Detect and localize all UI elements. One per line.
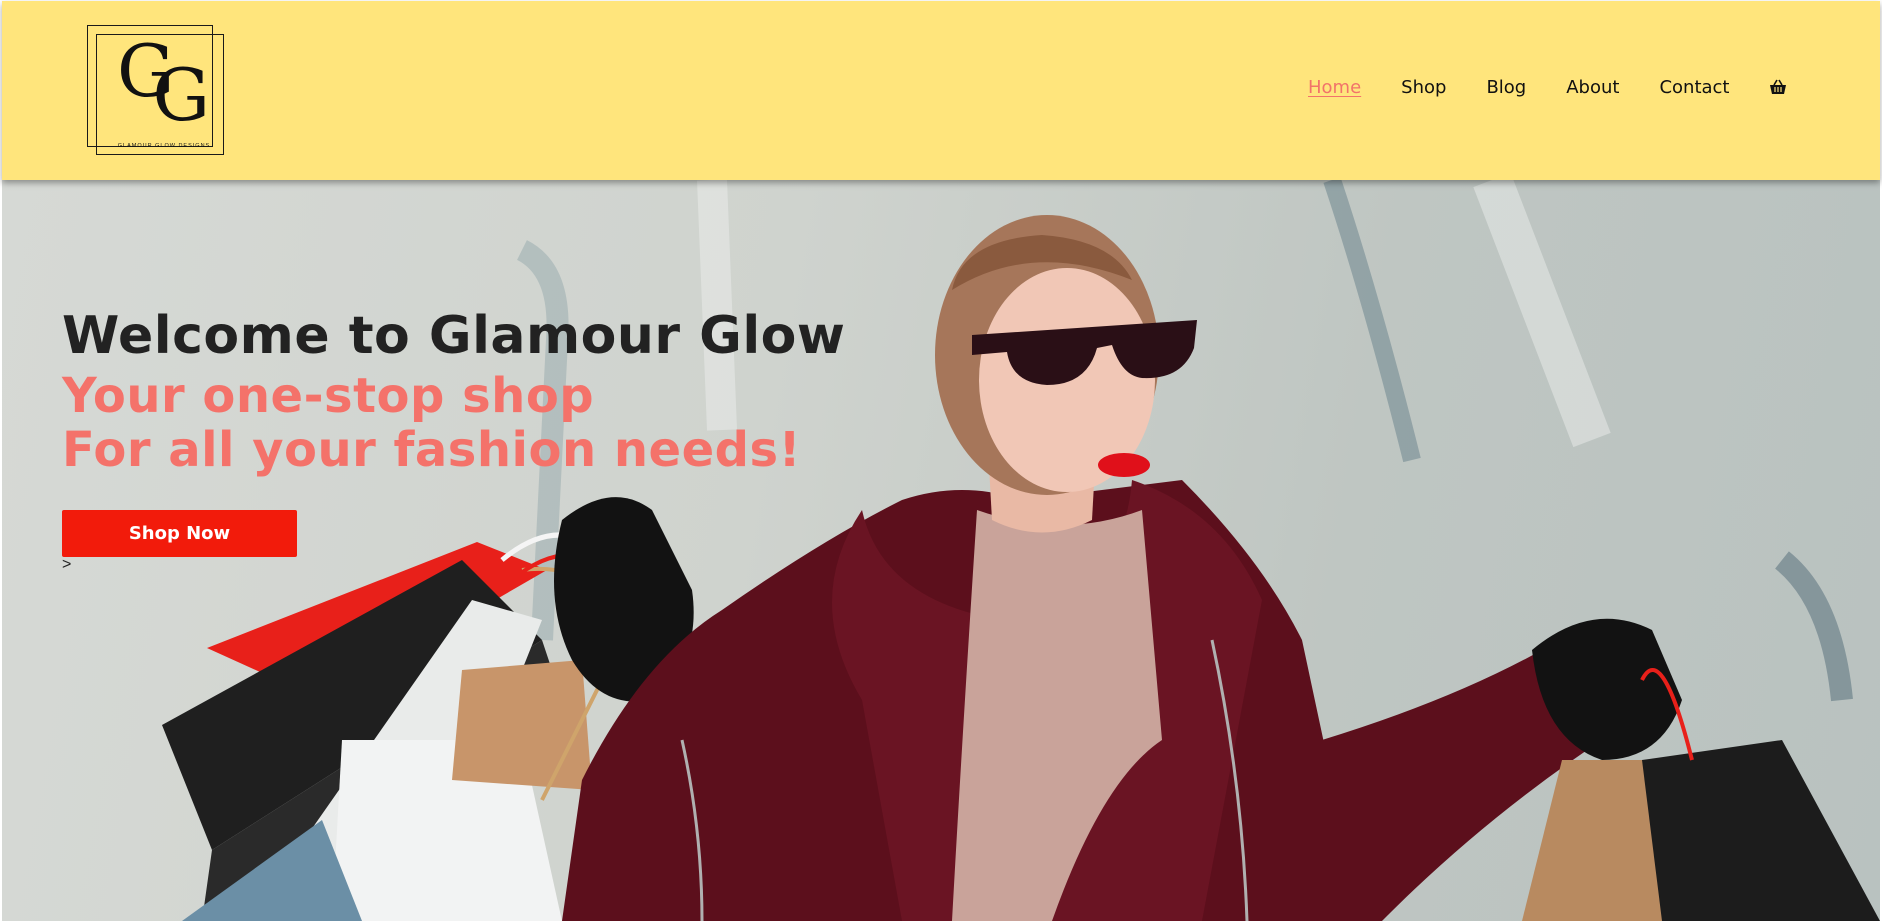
logo-monogram: GG [117, 35, 210, 131]
hero-headline: Welcome to Glamour Glow [62, 306, 846, 366]
site-header: GG GLAMOUR GLOW DESIGNS Home Shop Blog A… [2, 1, 1880, 180]
hero-subline-2: For all your fashion needs! [62, 422, 801, 478]
nav-home[interactable]: Home [1308, 79, 1361, 97]
monogram-letter-1: G [117, 29, 174, 113]
nav-blog[interactable]: Blog [1486, 79, 1526, 97]
nav-contact[interactable]: Contact [1659, 79, 1729, 97]
brand-logo[interactable]: GG GLAMOUR GLOW DESIGNS [87, 25, 224, 155]
monogram-letter-2: G [152, 53, 210, 137]
cta-arrow-icon: > [62, 556, 72, 573]
nav-shop[interactable]: Shop [1401, 79, 1446, 97]
shop-now-button[interactable]: Shop Now [62, 510, 297, 557]
nav-about[interactable]: About [1566, 79, 1619, 97]
logo-tagline: GLAMOUR GLOW DESIGNS [117, 143, 211, 149]
main-nav: Home Shop Blog About Contact [1308, 79, 1787, 97]
basket-icon[interactable] [1769, 79, 1787, 95]
hero-subline-1: Your one-stop shop [62, 368, 595, 424]
